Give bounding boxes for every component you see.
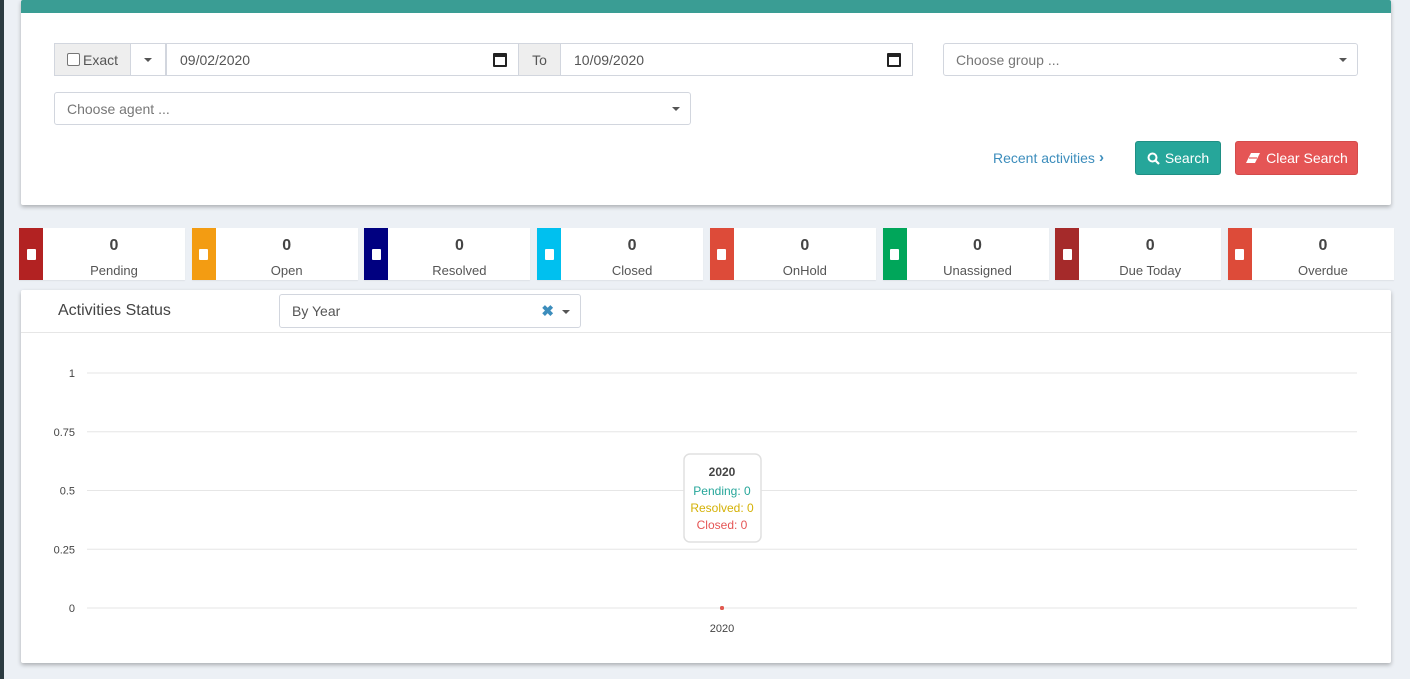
group-select[interactable]: Choose group ...	[943, 43, 1358, 76]
stat-label: Resolved	[432, 263, 487, 278]
group-placeholder: Choose group ...	[956, 51, 1060, 68]
stat-box-closed[interactable]: 0 Closed	[537, 228, 704, 280]
stat-count: 0	[454, 237, 464, 254]
date-from-input[interactable]: 09/02/2020	[166, 43, 519, 76]
document-icon	[1062, 248, 1072, 260]
x-tick-label: 2020	[710, 623, 734, 635]
data-point-closed	[720, 606, 724, 610]
stat-box-pending[interactable]: 0 Pending	[19, 228, 185, 280]
caret-down-icon	[1339, 58, 1347, 62]
stat-box-resolved[interactable]: 0 Resolved	[364, 228, 531, 280]
agent-placeholder: Choose agent ...	[67, 100, 170, 117]
date-to-value: 10/09/2020	[574, 51, 645, 68]
tooltip-line: Resolved: 0	[690, 501, 754, 515]
stat-label: Due Today	[1119, 263, 1182, 278]
stat-count: 0	[282, 237, 292, 254]
stat-count: 0	[109, 237, 119, 254]
stat-count: 0	[800, 237, 810, 254]
search-label: Search	[1164, 150, 1210, 166]
y-tick-label: 0.5	[60, 486, 75, 498]
stat-count: 0	[627, 237, 637, 254]
recent-activities-label: Recent activities	[993, 149, 1095, 166]
document-icon	[544, 248, 554, 260]
y-tick-label: 0.25	[54, 544, 75, 556]
stat-label: Pending	[90, 263, 138, 278]
document-icon	[890, 248, 899, 260]
agent-select[interactable]: Choose agent ...	[54, 92, 691, 125]
eraser-icon	[1246, 153, 1261, 163]
caret-down-icon	[672, 107, 680, 111]
stat-count: 0	[1318, 237, 1328, 254]
stat-icon	[1055, 228, 1080, 280]
to-label: To	[518, 43, 561, 76]
stat-icon	[709, 228, 734, 280]
stat-icon	[1227, 228, 1252, 280]
stat-icon	[882, 228, 907, 280]
exact-label: Exact	[83, 51, 119, 68]
document-icon	[717, 248, 727, 260]
recent-activities-link[interactable]: Recent activities ›	[993, 149, 1104, 166]
stat-count: 0	[973, 237, 982, 254]
caret-down-icon	[144, 57, 152, 62]
stat-icon	[191, 228, 216, 280]
clear-search-label: Clear Search	[1266, 150, 1348, 166]
calendar-icon[interactable]	[887, 53, 901, 67]
tooltip-line: Pending: 0	[693, 484, 751, 498]
document-icon	[1235, 248, 1245, 260]
search-icon	[1147, 152, 1160, 165]
document-icon	[371, 248, 381, 260]
activities-chart: 0 0.25 0.5 0.75 1 2020 2020 Pending: 0 Resolved:…	[54, 368, 1357, 635]
chevron-right-icon: ›	[1098, 149, 1104, 166]
y-tick-label: 0.75	[54, 427, 75, 439]
exact-checkbox[interactable]	[67, 53, 80, 66]
y-tick-label: 1	[69, 368, 75, 380]
stat-label: Overdue	[1297, 263, 1348, 278]
y-tick-label: 0	[69, 603, 75, 615]
document-icon	[26, 248, 36, 260]
stat-box-unassigned[interactable]: 0 Unassigned	[882, 228, 1049, 280]
stat-box-overdue[interactable]: 0 Overdue	[1227, 228, 1394, 280]
stat-icon	[537, 228, 562, 280]
stat-count: 0	[1145, 237, 1155, 254]
stat-label: Unassigned	[943, 263, 1012, 278]
document-icon	[199, 248, 209, 260]
sidebar-edge	[0, 0, 4, 679]
tooltip-line: Closed: 0	[697, 518, 748, 532]
clear-search-button[interactable]: Clear Search	[1235, 141, 1358, 175]
stat-icon	[19, 228, 43, 280]
date-from-value: 09/02/2020	[180, 51, 251, 68]
stat-box-onhold[interactable]: 0 OnHold	[709, 228, 876, 280]
tooltip-title: 2020	[709, 465, 736, 479]
exact-toggle[interactable]: Exact	[54, 43, 131, 76]
stat-box-due-today[interactable]: 0 Due Today	[1055, 228, 1222, 280]
stat-label: OnHold	[782, 263, 827, 278]
filter-panel: Exact 09/02/2020 To 10/09/2020 Choose gr…	[21, 0, 1391, 205]
calendar-icon[interactable]	[493, 53, 507, 67]
stat-box-open[interactable]: 0 Open	[191, 228, 358, 280]
search-button[interactable]: Search	[1135, 141, 1221, 175]
stat-icon	[364, 228, 389, 280]
stat-label: Open	[270, 263, 303, 278]
stat-label: Closed	[611, 263, 653, 278]
date-mode-dropdown-button[interactable]	[130, 43, 166, 76]
chart-panel: Activities Status By Year ✖ 0 0.25 0.5 0.75…	[21, 290, 1391, 663]
date-to-input[interactable]: 10/09/2020	[560, 43, 913, 76]
